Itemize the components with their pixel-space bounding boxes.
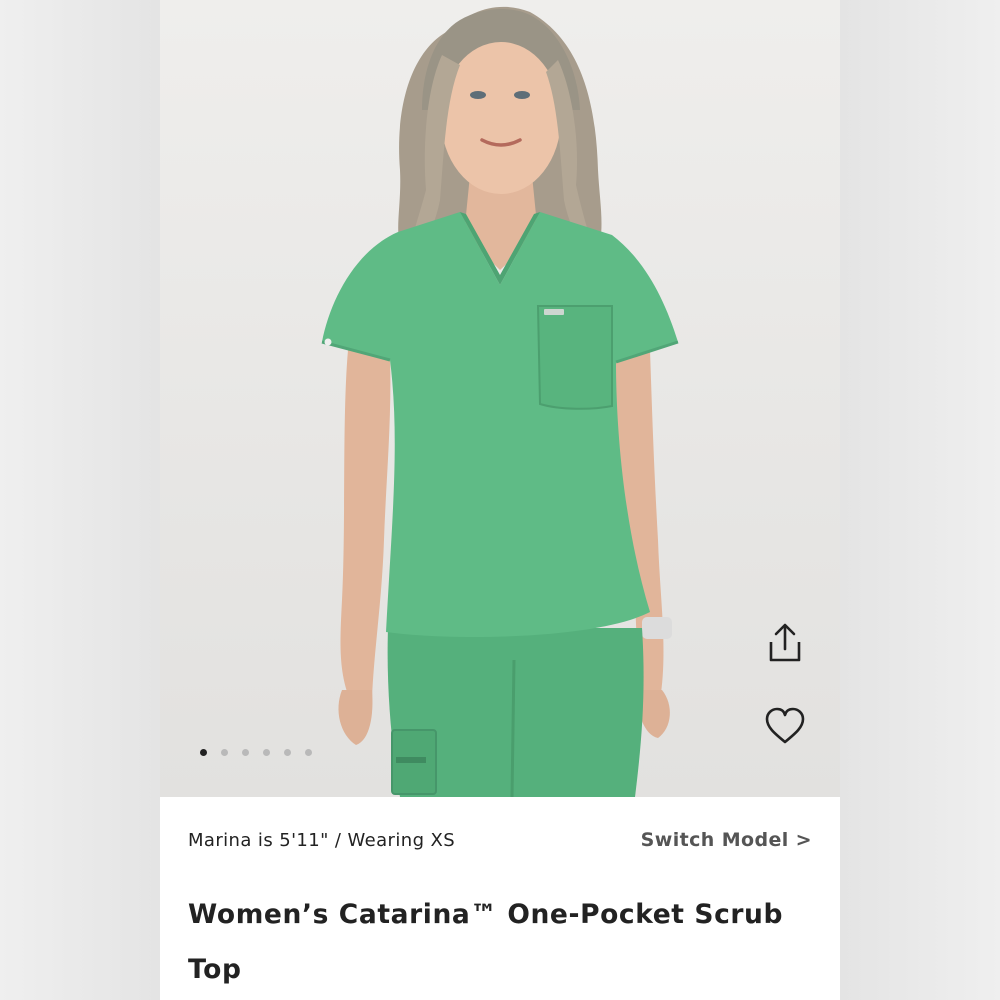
gallery-pagination[interactable] [200, 747, 312, 757]
product-image-gallery[interactable] [160, 0, 840, 797]
switch-model-label: Switch Model [640, 829, 789, 851]
switch-model-link[interactable]: Switch Model > [641, 829, 812, 851]
gallery-dot[interactable] [221, 748, 228, 756]
gallery-dot[interactable] [284, 748, 291, 756]
gallery-dot[interactable] [305, 748, 312, 756]
product-title: Women’s Catarina™ One-Pocket Scrub Top [188, 899, 784, 985]
model-info-row: Marina is 5'11" / Wearing XS Switch Mode… [188, 826, 812, 854]
product-page: Marina is 5'11" / Wearing XS Switch Mode… [160, 0, 840, 1000]
share-button[interactable] [762, 620, 808, 666]
gallery-dot-active[interactable] [200, 748, 207, 756]
product-photo [321, 6, 679, 797]
gallery-dot[interactable] [242, 748, 249, 756]
gallery-dot[interactable] [263, 748, 270, 756]
wishlist-button[interactable] [762, 703, 808, 749]
share-icon [769, 623, 801, 662]
right-background [840, 0, 1000, 1000]
heart-icon [765, 707, 805, 744]
left-background [0, 0, 160, 1000]
model-info-text: Marina is 5'11" / Wearing XS [188, 829, 456, 851]
chevron-right-icon: > [795, 829, 812, 851]
